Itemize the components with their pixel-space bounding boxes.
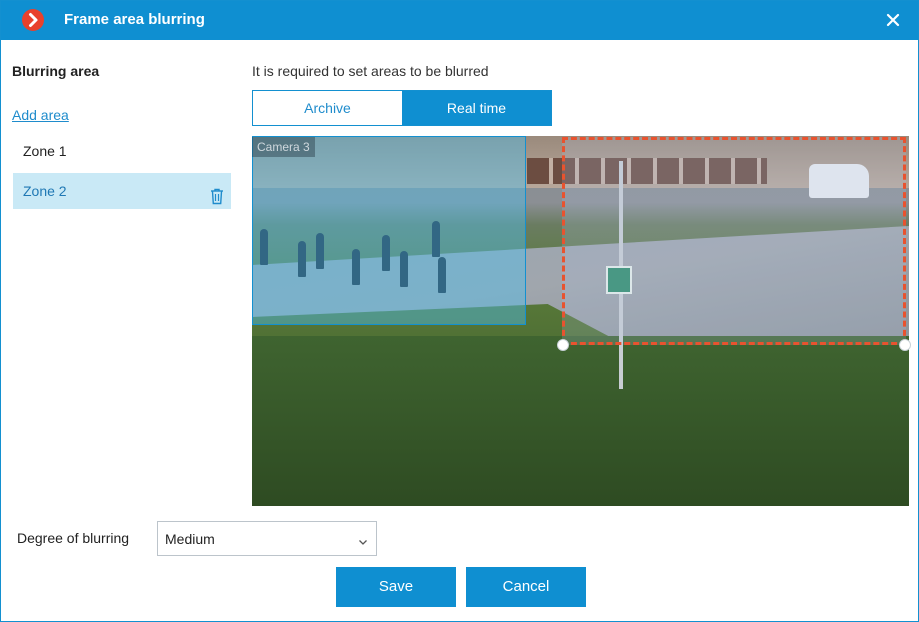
instruction-text: It is required to set areas to be blurre… [252, 63, 489, 79]
zone-label: Zone 1 [23, 143, 67, 159]
title-bar: Frame area blurring [1, 1, 918, 40]
tab-real-time[interactable]: Real time [402, 91, 551, 125]
zone-item-1[interactable]: Zone 1 [13, 133, 231, 169]
zones-panel: Blurring area Add area Zone 1 Zone 2 [1, 41, 241, 511]
window-title: Frame area blurring [64, 11, 205, 28]
chevron-down-icon [358, 534, 368, 545]
add-area-link[interactable]: Add area [12, 107, 69, 123]
degree-of-blurring-select[interactable]: Medium [157, 521, 377, 556]
close-icon[interactable] [882, 9, 904, 31]
select-value: Medium [165, 531, 215, 547]
blur-zone-1-overlay[interactable] [252, 136, 526, 325]
save-button[interactable]: Save [336, 567, 456, 607]
video-lawn [252, 336, 909, 506]
dialog: Frame area blurring Blurring area Add ar… [0, 0, 919, 622]
trash-icon[interactable] [209, 182, 225, 205]
resize-handle-bottom-left[interactable] [557, 339, 569, 351]
zone-label: Zone 2 [23, 183, 67, 199]
app-logo-icon [22, 9, 44, 31]
resize-handle-bottom-right[interactable] [899, 339, 911, 351]
blur-zone-2-overlay[interactable] [562, 137, 906, 345]
degree-of-blurring-label: Degree of blurring [17, 530, 130, 546]
mode-tabs: Archive Real time [252, 90, 552, 126]
camera-label: Camera 3 [252, 137, 315, 157]
zone-item-2[interactable]: Zone 2 [13, 173, 231, 209]
cancel-button[interactable]: Cancel [466, 567, 586, 607]
tab-archive[interactable]: Archive [253, 91, 402, 125]
panel-title: Blurring area [12, 63, 100, 79]
